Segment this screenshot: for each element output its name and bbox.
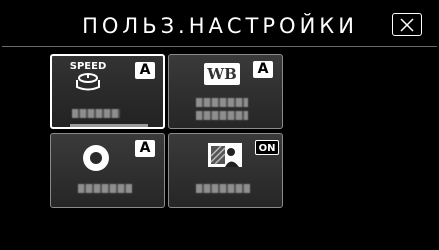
selection-underline <box>70 124 148 127</box>
white-balance-icon: WB <box>204 63 240 85</box>
close-button[interactable] <box>392 13 422 36</box>
tile-badge: ON <box>255 140 279 155</box>
backlight-icon <box>208 143 242 167</box>
tile-badge: A <box>135 62 155 79</box>
tile-label-placeholder <box>78 184 132 193</box>
tile-focus[interactable]: A <box>50 133 165 208</box>
tile-badge: A <box>253 61 273 78</box>
tile-badge: A <box>135 140 155 157</box>
page-title: ПОЛЬЗ.НАСТРОЙКИ <box>82 14 358 38</box>
header: ПОЛЬЗ.НАСТРОЙКИ <box>0 0 439 48</box>
tile-white-balance[interactable]: WB A <box>168 54 283 129</box>
tile-label-placeholder <box>196 184 250 193</box>
tile-speed[interactable]: SPEED A <box>50 54 165 129</box>
tile-backlight[interactable]: ON <box>168 133 283 208</box>
tile-label-placeholder <box>72 109 120 118</box>
header-divider <box>2 46 437 47</box>
close-icon <box>400 17 414 32</box>
tile-label-placeholder <box>196 98 248 107</box>
speed-icon: SPEED <box>70 61 107 91</box>
speed-icon-label: SPEED <box>70 61 107 72</box>
focus-ring-icon <box>83 145 109 171</box>
tile-label-placeholder <box>196 111 248 120</box>
